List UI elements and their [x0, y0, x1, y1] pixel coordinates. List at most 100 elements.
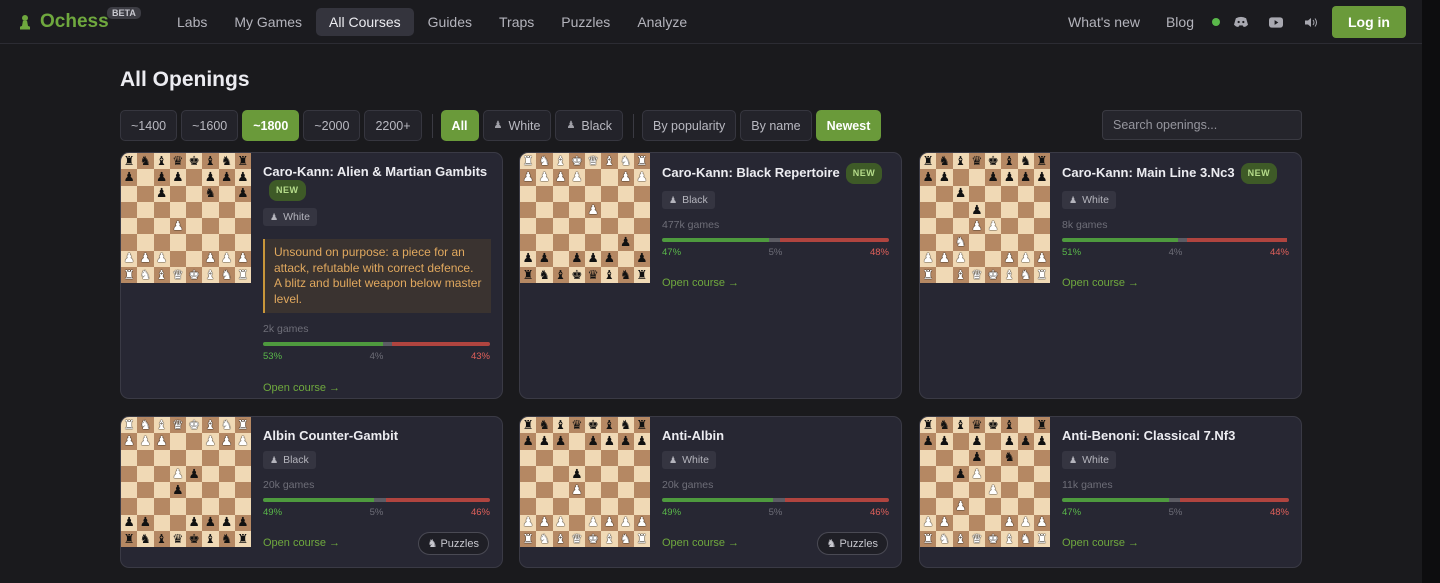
nav-item-guides[interactable]: Guides [415, 8, 485, 36]
board-square: ♟ [153, 250, 170, 267]
board-square [121, 465, 138, 482]
course-card[interactable]: ♜ ♞ ♝ ♛ ♚ ♝ ♞ ♜ ♟ ♟ ♟ ♟ ♟ ♟ ♟ ♟ ♟ ♟ ♞ ♟ ♟ ♟ ♟ ♟ ♟ ♜ ♝ ♛ ♚ ♝ ♞ ♜ Caro-Kan… [919, 152, 1302, 399]
chess-board-preview: ♜ ♞ ♝ ♛ ♚ ♝ ♞ ♜ ♟ ♟ ♟ ♟ ♟ ♟ ♟ ♞ ♟ ♟ ♟ ♟ ♟ ♟ ♟ ♟ ♜ ♞ ♝ ♛ ♚ ♝ ♞ ♜ [121, 153, 251, 283]
sound-icon[interactable] [1304, 15, 1318, 29]
course-card[interactable]: ♜ ♞ ♝ ♛ ♚ ♝ ♞ ♜ ♟ ♟ ♟ ♟ ♟ ♟ ♟ ♟ ♟ ♟ ♟ ♟ ♟ ♟ ♟ ♜ ♞ ♝ ♛ ♚ ♝ ♞ ♜ Albin Cou… [120, 416, 503, 568]
filter-chip-white[interactable]: ♟ White [482, 110, 552, 141]
open-course-link[interactable]: Open course → [1062, 537, 1290, 549]
board-square [633, 498, 650, 515]
nav-item-all-courses[interactable]: All Courses [316, 8, 414, 36]
open-course-link[interactable]: Open course → [662, 277, 890, 289]
black-knight-icon: ♞ [139, 530, 151, 546]
course-title[interactable]: Albin Counter-Gambit [263, 427, 491, 444]
course-card[interactable]: ♜ ♞ ♝ ♛ ♚ ♝ ♜ ♟ ♟ ♟ ♟ ♟ ♟ ♟ ♞ ♟ ♟ ♟ ♟ ♟ ♟ ♟ ♟ ♟ ♜ ♞ ♝ ♛ ♚ ♝ ♞ ♜ Anti-Ben… [919, 416, 1302, 568]
board-square [186, 482, 203, 499]
board-square: ♟ [617, 514, 634, 531]
board-square: ♟ [920, 514, 937, 531]
board-square: ♟ [601, 433, 618, 450]
black-pawn-icon: ♟ [971, 449, 983, 465]
filter-chip-newest[interactable]: Newest [815, 110, 882, 141]
course-title[interactable]: Caro-Kann: Black Repertoire NEW [662, 163, 890, 184]
board-square [202, 218, 219, 235]
white-pawn-icon: ♟ [237, 250, 249, 266]
loss-percent: 48% [869, 247, 889, 258]
board-square [1017, 185, 1034, 202]
board-square [1001, 185, 1018, 202]
white-queen-icon: ♛ [172, 266, 184, 282]
white-pawn-icon: ♟ [1036, 250, 1048, 266]
filter-chip-all[interactable]: All [440, 110, 479, 141]
white-pawn-icon: ♟ [522, 514, 534, 530]
board-square [1017, 218, 1034, 235]
filter-chip-1800[interactable]: ~1800 [242, 110, 300, 141]
course-title[interactable]: Anti-Benoni: Classical 7.Nf3 [1062, 427, 1290, 444]
white-pawn-icon: ♟ [922, 514, 934, 530]
nav-item-puzzles[interactable]: Puzzles [548, 8, 623, 36]
course-card[interactable]: ♜ ♞ ♝ ♚ ♛ ♝ ♞ ♜ ♟ ♟ ♟ ♟ ♟ ♟ ♟ ♟ ♟ ♟ ♟ ♟ ♟ ♟ ♜ ♞ ♝ ♚ ♛ ♝ ♞ ♜ Caro-Kann:… [519, 152, 902, 399]
knight-icon: ♞ [427, 538, 441, 550]
brand-logo[interactable]: Ochess BETA [20, 7, 141, 33]
games-count: 20k games [662, 479, 714, 491]
person-icon: ♟ [669, 454, 678, 465]
board-square [617, 201, 634, 218]
course-card[interactable]: ♜ ♞ ♝ ♛ ♚ ♝ ♞ ♜ ♟ ♟ ♟ ♟ ♟ ♟ ♟ ♟ ♟ ♟ ♟ ♟ ♟ ♟ ♟ ♟ ♜ ♞ ♝ ♛ ♚ ♝ ♞ ♜ Anti-Alb… [519, 416, 902, 568]
login-button[interactable]: Log in [1332, 6, 1406, 38]
board-square [520, 218, 537, 235]
puzzles-label: Puzzles [440, 538, 479, 550]
new-badge: NEW [1240, 163, 1278, 184]
discord-icon[interactable] [1234, 15, 1248, 29]
filter-chip-1400[interactable]: ~1400 [120, 110, 178, 141]
course-title[interactable]: Caro-Kann: Alien & Martian GambitsNEW [263, 163, 491, 201]
open-course-link[interactable]: Open course → [1062, 277, 1290, 289]
board-square: ♜ [234, 417, 251, 434]
white-pawn-icon: ♟ [938, 514, 950, 530]
filter-chip-black[interactable]: ♟ Black [555, 110, 623, 141]
board-square [968, 234, 985, 251]
puzzles-button[interactable]: ♞ Puzzles [417, 532, 489, 555]
black-pawn-icon: ♟ [636, 250, 648, 266]
board-square [552, 185, 569, 202]
black-pawn-icon: ♟ [922, 169, 934, 185]
board-square: ♟ [617, 169, 634, 186]
board-square: ♟ [1017, 514, 1034, 531]
youtube-icon[interactable] [1269, 15, 1283, 29]
filter-chip-1600[interactable]: ~1600 [181, 110, 239, 141]
board-square [633, 449, 650, 466]
draw-segment [383, 342, 393, 346]
puzzles-button[interactable]: ♞ Puzzles [816, 532, 888, 555]
nav-item-analyze[interactable]: Analyze [624, 8, 700, 36]
search-input[interactable] [1102, 110, 1302, 140]
white-pawn-icon: ♟ [603, 514, 615, 530]
board-square: ♟ [1033, 514, 1050, 531]
board-square [121, 234, 138, 251]
course-title[interactable]: Caro-Kann: Main Line 3.Nc3 NEW [1062, 163, 1290, 184]
nav-item-traps[interactable]: Traps [486, 8, 547, 36]
board-square: ♟ [234, 250, 251, 267]
course-card[interactable]: ♜ ♞ ♝ ♛ ♚ ♝ ♞ ♜ ♟ ♟ ♟ ♟ ♟ ♟ ♟ ♞ ♟ ♟ ♟ ♟ ♟ ♟ ♟ ♟ ♜ ♞ ♝ ♛ ♚ ♝ ♞ ♜ Caro-Kan… [120, 152, 503, 399]
white-pawn-icon: ♟ [571, 481, 583, 497]
course-title[interactable]: Anti-Albin [662, 427, 890, 444]
board-square: ♟ [1001, 250, 1018, 267]
black-pawn-icon: ♟ [587, 250, 599, 266]
nav-item-my-games[interactable]: My Games [221, 8, 315, 36]
filter-chip-2200[interactable]: 2200+ [364, 110, 422, 141]
board-square [985, 498, 1002, 515]
white-bishop-icon: ♝ [156, 266, 168, 282]
filter-chip-byname[interactable]: By name [740, 110, 812, 141]
board-square: ♝ [153, 530, 170, 547]
board-square [633, 185, 650, 202]
filter-chip-bypopularity[interactable]: By popularity [642, 110, 737, 141]
white-pawn-icon: ♟ [538, 514, 550, 530]
board-square [1017, 417, 1034, 434]
white-pawn-icon: ♟ [955, 250, 967, 266]
loss-segment [392, 342, 490, 346]
board-square: ♝ [202, 530, 219, 547]
board-square [617, 218, 634, 235]
whats-new-link[interactable]: What's new [1068, 14, 1140, 30]
nav-item-labs[interactable]: Labs [164, 8, 220, 36]
board-square: ♞ [1001, 449, 1018, 466]
blog-link[interactable]: Blog [1166, 14, 1194, 30]
black-pawn-icon: ♟ [204, 514, 216, 530]
filter-chip-2000[interactable]: ~2000 [303, 110, 361, 141]
open-course-link[interactable]: Open course → [263, 382, 491, 394]
